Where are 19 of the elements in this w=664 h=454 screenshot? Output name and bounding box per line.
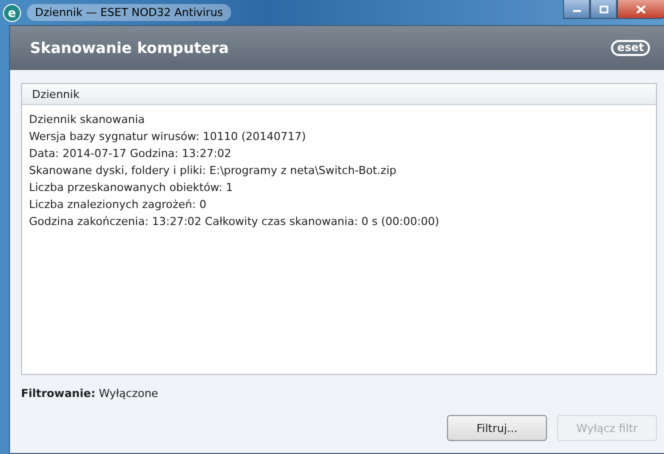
maximize-icon — [598, 4, 608, 14]
close-button[interactable] — [617, 0, 664, 19]
log-line: Liczba przeskanowanych obiektów: 1 — [29, 180, 234, 196]
log-line: Wersja bazy sygnatur wirusów: 10110 (20140717) — [29, 129, 307, 145]
close-icon — [636, 4, 646, 14]
log-line: Data: 2014-07-17 Godzina: 13:27:02 — [29, 146, 232, 162]
page-title: Skanowanie komputera — [30, 39, 229, 57]
log-line: Liczba znalezionych zagrożeń: 0 — [29, 197, 208, 213]
window-title: Dziennik — ESET NOD32 Antivirus — [27, 4, 232, 21]
panel-title: Dziennik — [32, 88, 80, 100]
log-line: Skanowane dyski, foldery i pliki: E:\programy z neta\Switch-Bot.zip — [29, 163, 398, 179]
app-icon: e — [3, 4, 21, 22]
filter-status: Filtrowanie: Wyłączone — [21, 387, 160, 400]
minimize-button[interactable] — [563, 0, 590, 19]
log-line: Godzina zakończenia: 13:27:02 Całkowity czas skanowania: 0 s (00:00:00) — [29, 214, 440, 230]
logo: eset — [611, 40, 650, 56]
maximize-button[interactable] — [590, 0, 617, 19]
log-line: Dziennik skanowania — [29, 112, 146, 128]
filter-button[interactable]: Filtruj... — [447, 415, 547, 441]
